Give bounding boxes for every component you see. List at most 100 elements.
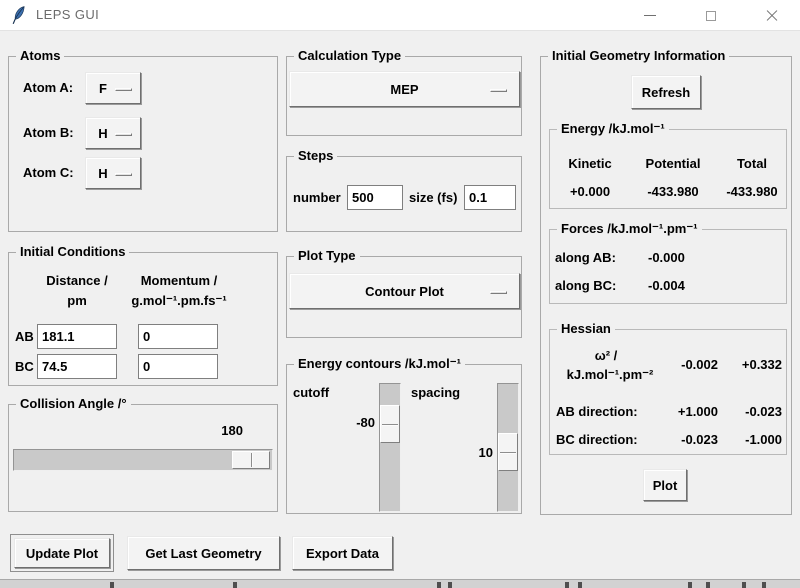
steps-group: Steps number size (fs) bbox=[286, 147, 522, 232]
distance-header-line1: Distance / bbox=[46, 273, 108, 288]
plot-edge-mark bbox=[437, 582, 441, 588]
plot-edge-mark bbox=[110, 582, 114, 588]
geometry-info-group: Initial Geometry Information Refresh Ene… bbox=[540, 47, 792, 515]
energy-subgroup: Energy /kJ.mol⁻¹ Kinetic Potential Total… bbox=[549, 120, 787, 209]
calculation-type-group: Calculation Type MEP bbox=[286, 47, 522, 136]
row-bc-label: BC bbox=[15, 359, 34, 374]
energy-header-kinetic: Kinetic bbox=[568, 156, 612, 171]
maximize-icon bbox=[706, 10, 716, 21]
forces-subgroup: Forces /kJ.mol⁻¹.pm⁻¹ along AB: -0.000 a… bbox=[549, 220, 787, 304]
update-plot-button[interactable]: Update Plot bbox=[14, 538, 110, 568]
spacing-value: 10 bbox=[478, 445, 493, 460]
cutoff-slider-handle[interactable] bbox=[380, 405, 400, 443]
cutoff-slider[interactable] bbox=[379, 383, 401, 512]
cutoff-label: cutoff bbox=[293, 385, 330, 400]
bc-distance-input[interactable] bbox=[37, 354, 117, 379]
spacing-slider[interactable] bbox=[497, 383, 519, 512]
geometry-info-title: Initial Geometry Information bbox=[548, 47, 730, 65]
force-ab-value: -0.000 bbox=[648, 250, 685, 265]
hessian-bc-value-2: -1.000 bbox=[745, 432, 782, 447]
get-last-geometry-label: Get Last Geometry bbox=[145, 545, 262, 561]
optionmenu-indicator-icon bbox=[115, 88, 132, 91]
cutoff-value: -80 bbox=[356, 415, 375, 430]
window-titlebar: LEPS GUI bbox=[0, 0, 800, 31]
plot-button-label: Plot bbox=[652, 477, 678, 493]
energy-header-total: Total bbox=[736, 156, 768, 171]
get-last-geometry-button[interactable]: Get Last Geometry bbox=[127, 536, 280, 570]
minimize-button[interactable] bbox=[627, 0, 673, 31]
steps-number-input[interactable] bbox=[347, 185, 403, 210]
hessian-omega-label-line1: ω² / bbox=[594, 348, 618, 363]
export-data-button[interactable]: Export Data bbox=[292, 536, 393, 570]
plot-edge-mark bbox=[762, 582, 766, 588]
bc-momentum-input[interactable] bbox=[138, 354, 218, 379]
optionmenu-indicator-icon bbox=[115, 173, 132, 176]
refresh-button[interactable]: Refresh bbox=[631, 75, 701, 109]
steps-size-label: size (fs) bbox=[409, 190, 458, 205]
plot-button[interactable]: Plot bbox=[643, 469, 687, 501]
energy-title: Energy /kJ.mol⁻¹ bbox=[557, 120, 669, 138]
momentum-header-line1: Momentum / bbox=[140, 273, 218, 288]
optionmenu-indicator-icon bbox=[115, 133, 132, 136]
hessian-bc-value-1: -0.023 bbox=[681, 432, 718, 447]
energy-header-potential: Potential bbox=[645, 156, 701, 171]
hessian-omega-value-1: -0.002 bbox=[681, 357, 718, 372]
refresh-button-label: Refresh bbox=[641, 84, 691, 100]
plot-edge-mark bbox=[742, 582, 746, 588]
atom-a-label: Atom A: bbox=[23, 80, 74, 95]
atom-b-label: Atom B: bbox=[23, 125, 74, 140]
atoms-group: Atoms Atom A: F Atom B: H Atom C: H bbox=[8, 47, 278, 232]
plot-edge-mark bbox=[233, 582, 237, 588]
update-plot-label: Update Plot bbox=[25, 545, 99, 561]
atom-c-select[interactable]: H bbox=[85, 157, 141, 189]
atom-b-select[interactable]: H bbox=[85, 117, 141, 149]
collision-angle-group: Collision Angle /° 180 bbox=[8, 395, 278, 512]
hessian-omega-value-2: +0.332 bbox=[741, 357, 782, 372]
steps-number-label: number bbox=[293, 190, 341, 205]
plot-edge-mark bbox=[688, 582, 692, 588]
optionmenu-indicator-icon bbox=[490, 89, 507, 92]
hessian-ab-label: AB direction: bbox=[556, 404, 638, 419]
minimize-icon bbox=[644, 15, 656, 16]
steps-title: Steps bbox=[294, 147, 338, 165]
update-plot-focus-ring: Update Plot bbox=[10, 534, 114, 572]
close-button[interactable] bbox=[749, 0, 795, 31]
hessian-bc-label: BC direction: bbox=[556, 432, 638, 447]
tk-feather-icon bbox=[12, 6, 25, 25]
plot-edge-mark bbox=[578, 582, 582, 588]
atom-c-label: Atom C: bbox=[23, 165, 74, 180]
collision-angle-value: 180 bbox=[221, 423, 243, 438]
plot-type-select[interactable]: Contour Plot bbox=[289, 273, 520, 309]
steps-size-input[interactable] bbox=[464, 185, 516, 210]
atom-a-value: F bbox=[99, 80, 107, 96]
atom-a-select[interactable]: F bbox=[85, 72, 141, 104]
hessian-ab-value-1: +1.000 bbox=[677, 404, 718, 419]
initial-conditions-group: Initial Conditions Distance / pm Momentu… bbox=[8, 243, 278, 386]
hessian-omega-label-line2: kJ.mol⁻¹.pm⁻² bbox=[566, 367, 654, 382]
collision-angle-slider-handle[interactable] bbox=[232, 451, 270, 469]
ab-momentum-input[interactable] bbox=[138, 324, 218, 349]
maximize-button[interactable] bbox=[688, 0, 734, 31]
atom-b-value: H bbox=[98, 125, 108, 141]
atoms-group-title: Atoms bbox=[16, 47, 65, 65]
plot-type-group: Plot Type Contour Plot bbox=[286, 247, 522, 338]
momentum-header-line2: g.mol⁻¹.pm.fs⁻¹ bbox=[131, 293, 227, 308]
force-bc-value: -0.004 bbox=[648, 278, 685, 293]
row-ab-label: AB bbox=[15, 329, 34, 344]
ab-distance-input[interactable] bbox=[37, 324, 117, 349]
hessian-subgroup: Hessian ω² / kJ.mol⁻¹.pm⁻² -0.002 +0.332… bbox=[549, 320, 787, 455]
energy-contours-group: Energy contours /kJ.mol⁻¹ cutoff spacing… bbox=[286, 355, 522, 514]
optionmenu-indicator-icon bbox=[490, 291, 507, 294]
hessian-ab-value-2: -0.023 bbox=[745, 404, 782, 419]
distance-header-line2: pm bbox=[67, 293, 87, 308]
calculation-type-value: MEP bbox=[390, 81, 419, 97]
background-window-edge bbox=[0, 579, 800, 588]
plot-edge-mark bbox=[565, 582, 569, 588]
spacing-slider-handle[interactable] bbox=[498, 433, 518, 471]
window-title: LEPS GUI bbox=[36, 7, 100, 22]
calculation-type-select[interactable]: MEP bbox=[289, 71, 520, 107]
collision-angle-title: Collision Angle /° bbox=[16, 395, 131, 413]
plot-type-title: Plot Type bbox=[294, 247, 360, 265]
atom-c-value: H bbox=[98, 165, 108, 181]
collision-angle-slider[interactable] bbox=[13, 449, 273, 471]
